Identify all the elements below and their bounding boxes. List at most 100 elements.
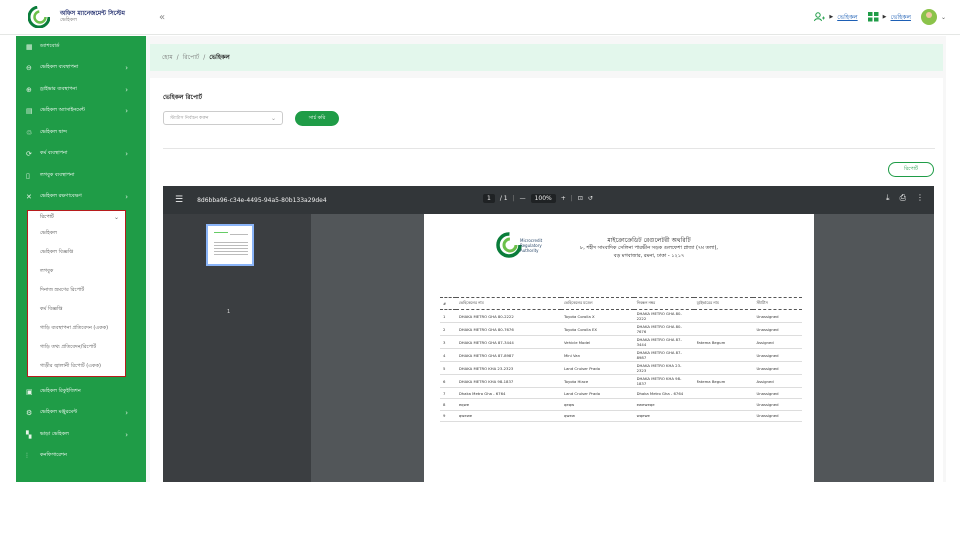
table-cell: Unassigned [753,361,802,375]
sidebar-item-icon: ⫶ [26,451,28,460]
caret-right-icon: ▶ [829,14,834,20]
sidebar-item[interactable]: ⊖ ভেহিকল ব্যবস্থাপনা › [16,58,146,80]
pdf-address-2: বড় মগবাজার, রমনা, ঢাকা - ১২১৭ [613,252,685,259]
sidebar-item-icon: ▦ [26,42,33,51]
breadcrumb-separator: / [203,54,206,61]
pdf-toolbar: ☰ 8d6bba96-c34e-4495-94a5-80b133a29de4 1… [163,186,934,214]
chevron-down-icon: ⌄ [270,114,276,122]
submenu-item[interactable]: লগবুক [28,262,125,281]
breadcrumb: হোম / রিপোর্ট / ভেহিকল [150,44,943,71]
table-cell: Vehicle Model [560,335,634,349]
user-avatar[interactable] [920,9,937,25]
download-icon[interactable]: ⤓ [886,193,890,203]
toolbar-separator: | [570,195,573,202]
sidebar-item-icon: ⊕ [26,85,32,94]
table-cell: 1 [440,309,456,323]
table-cell: Fatema Begum [693,374,754,388]
sidebar-item[interactable]: ⊕ ড্রাইভার ব্যবস্থাপনা › [16,79,146,101]
sidebar-item-icon: ✕ [26,193,32,202]
mra-logo-text: Microcredit Regulatory Authority [520,238,543,254]
top-link-vehicle-1[interactable]: ভেহিকল [837,12,857,23]
table-row: 9 qwewe qwew wqewe Unassigned [440,410,802,422]
page-thumbnail[interactable] [206,224,254,266]
sidebar-item-icon: ⚙ [26,409,33,418]
pdf-address-1: ৮, শহীদ সাংবাদিক সেলিনা পারভীন সড়ক গুলফ… [580,245,718,251]
chevron-right-icon: › [125,150,128,159]
sidebar-item[interactable]: ✕ ভেহিকল রক্ষণাবেক্ষণ › [16,187,146,209]
submenu-item[interactable]: গাড়ীর জ্বালানী রিপোর্ট (একক) [28,357,125,376]
table-cell: wqewe [633,410,694,422]
chevron-right-icon: › [125,85,128,94]
page-number-input[interactable]: 1 [483,194,495,203]
top-right-menu: ▶ ভেহিকল ▶ ভেহিকল ⌄ [814,9,946,25]
submenu-item[interactable]: গাড়ি তথ্য প্রতিবেদন/রিপোর্ট [28,338,125,357]
table-row: 7 Dhaka Metro Gha - 6764 Land Cruiser Prad… [440,387,802,400]
apps-grid-icon[interactable] [867,12,879,22]
chevron-right-icon: › [125,409,128,418]
sidebar-item-label: ভেহিকল দ্বান্দ [40,128,68,135]
table-cell: DHAKA METRO GHA 87-3444 [633,335,694,349]
zoom-out-icon[interactable]: — [520,195,526,202]
search-button[interactable]: সার্চ করি [295,111,339,126]
submenu-title: রিপোর্ট [40,213,54,220]
sidebar-item-label: ভাড়া ভেহিকল [40,430,69,437]
report-button[interactable]: রিপোর্ট [888,162,934,177]
chevron-right-icon: › [125,64,128,73]
sidebar-item-icon: ⟳ [26,150,32,159]
rotate-icon[interactable]: ↺ [588,195,593,202]
sidebar-item[interactable]: ♲ ভেহিকল দ্বান্দ [16,122,146,144]
table-cell: Mini Van [560,348,634,362]
user-switch-icon[interactable] [814,12,826,22]
zoom-level-input[interactable]: 100% [530,194,556,203]
submenu-item[interactable]: দিনাজ ভ্রমণের রিপোর্ট [28,281,125,300]
menu-icon[interactable]: ☰ [175,195,183,205]
table-cell: 4 [440,348,456,362]
more-options-icon[interactable]: ⋮ [916,193,924,203]
sidebar-item-label: ভেহিকল রিকুইজিশন [40,387,81,394]
table-cell: Unassigned [753,398,802,411]
table-cell [693,410,754,422]
sidebar-item-label: লগবুক ব্যবস্থাপনা [40,171,75,178]
table-cell: Unassigned [753,387,802,400]
table-cell: Unassigned [753,348,802,362]
breadcrumb-home[interactable]: হোম [162,52,173,63]
status-select[interactable]: স্ট্যাটাস নির্বাচন করুন ⌄ [163,111,283,125]
table-cell: DHAKA METRO KHA 98-1837 [455,374,561,388]
sidebar-item[interactable]: ▯ লগবুক ব্যবস্থাপনা [16,165,146,187]
table-cell [693,322,754,336]
top-link-vehicle-2[interactable]: ভেহিকল [891,12,911,23]
sidebar-item[interactable]: ⟳ কর্ম ব্যবস্থাপনা › [16,144,146,166]
breadcrumb-report[interactable]: রিপোর্ট [183,52,200,63]
table-cell: DHAKA METRO GHA 87-3444 [455,335,561,349]
sidebar-item-label: ড্রাইভার ব্যবস্থাপনা [40,85,77,92]
brand: অফিস ম্যানেজমেন্ট সিস্টেম ভেহিকল [60,10,125,24]
submenu-item[interactable]: কর্ম বিজ্ঞপ্তি [28,300,125,319]
print-icon[interactable]: ⎙ [900,193,906,203]
table-row: 5 DHAKA METRO KHA 23-2323 Land Cruiser Pra… [440,361,802,375]
fit-page-icon[interactable]: ⊡ [578,195,583,202]
sidebar-item[interactable]: ⫶ কনফিগারেশন [16,446,146,468]
sidebar-item[interactable]: ▤ ভেহিকল অ্যাসাইনমেন্ট › [16,101,146,123]
zoom-in-icon[interactable]: + [561,195,566,202]
sidebar-item[interactable]: ▣ ভেহিকল রিকুইজিশন [16,381,146,403]
table-header-cell: ভেহিকেলের নাম [455,297,561,310]
table-cell [693,309,754,323]
collapse-sidebar-icon[interactable]: « [159,12,165,23]
sidebar-item[interactable]: ▚ ভাড়া ভেহিকল › [16,424,146,446]
report-card: ভেহিকল রিপোর্ট স্ট্যাটাস নির্বাচন করুন ⌄… [150,78,943,482]
sidebar-item-label: ভেহিকল রক্ষণাবেক্ষণ [40,193,82,200]
submenu-header-report[interactable]: রিপোর্ট ⌄ [28,211,125,224]
sidebar-item[interactable]: ⚙ ভেহিকল মঞ্জুরমেন্ট › [16,403,146,425]
submenu-item[interactable]: ভেহিকল [28,224,125,243]
table-cell: DHAKA METRO GHA 80-2222 [633,309,694,323]
table-cell: Assigned [753,374,802,388]
pdf-heading: মাইক্রোক্রেডিট রেগুলেটরী অথরিটি ৮, শহীদ … [574,236,724,260]
table-cell: DHAKA METRO GHA 80-7676 [633,322,694,336]
sidebar-item[interactable]: ▦ ড্যাশবোর্ড [16,36,146,58]
toolbar-separator: | [512,195,515,202]
submenu-item[interactable]: গাড়ি ব্যবস্থাপনা প্রতিবেদন (একক) [28,319,125,338]
sidebar-item-icon: ▣ [26,387,33,396]
sidebar-item-label: ভেহিকল মঞ্জুরমেন্ট [40,409,78,416]
submenu-item[interactable]: ভেহিকল বিজ্ঞপ্তি [28,243,125,262]
chevron-down-icon[interactable]: ⌄ [941,14,946,21]
